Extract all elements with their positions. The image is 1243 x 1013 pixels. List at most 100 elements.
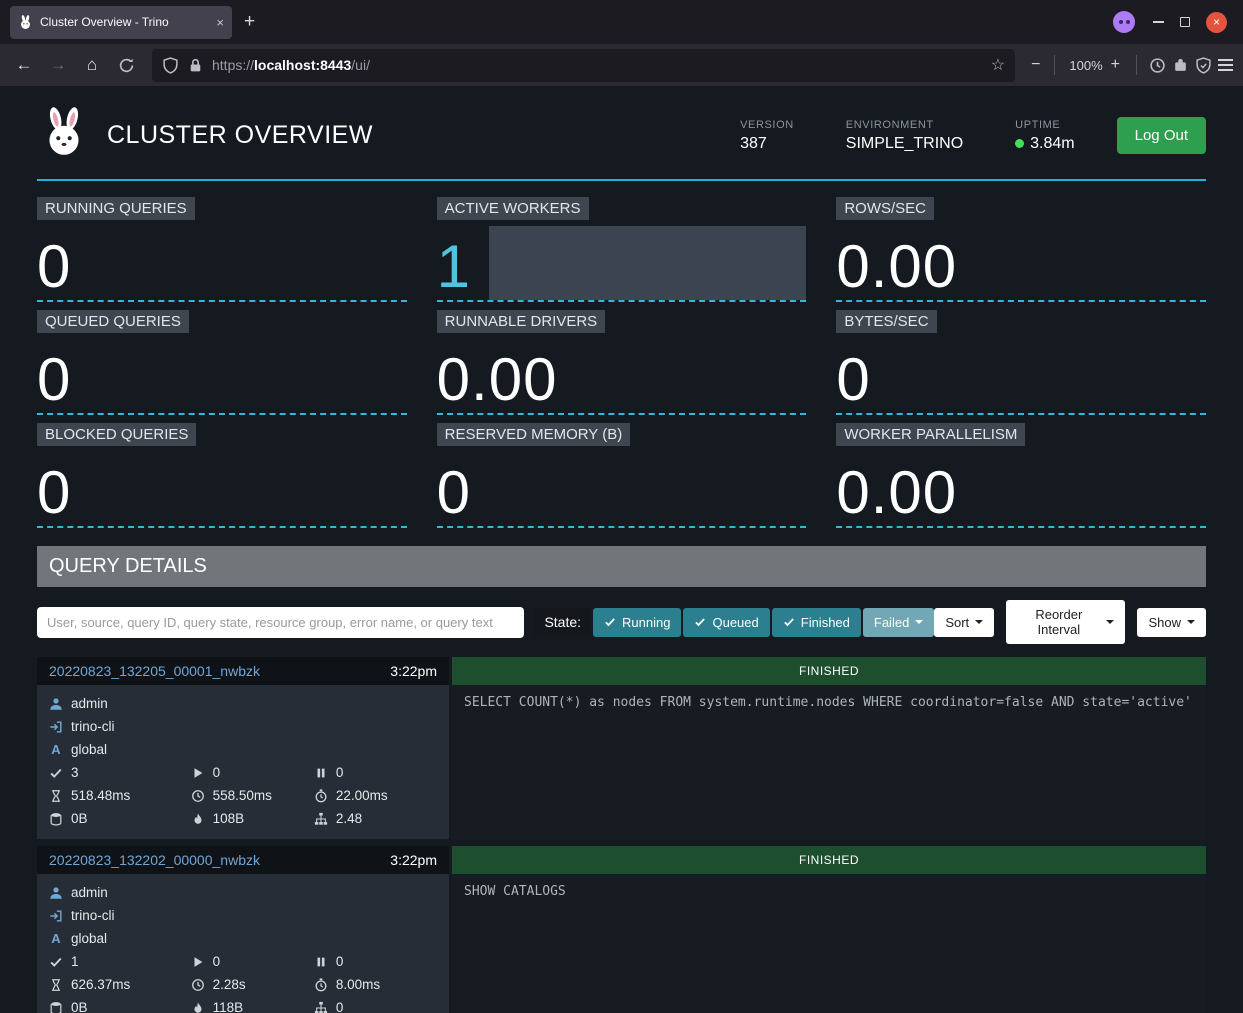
- query-filter-toolbar: State: Running Queued Finished Failed So…: [37, 600, 1206, 644]
- stat-value: 0.00: [836, 237, 957, 300]
- queued-splits-icon: [314, 766, 328, 780]
- state-filter-label: State:: [534, 607, 591, 637]
- tab-close-icon[interactable]: ×: [216, 15, 224, 30]
- stat-bytes-sec: BYTES/SEC 0: [836, 310, 1206, 415]
- uptime-value: 3.84m: [1030, 135, 1074, 153]
- parallelism: 0: [336, 1000, 344, 1013]
- url-bar[interactable]: https://localhost:8443/ui/ ☆: [152, 49, 1015, 82]
- query-status-bar: FINISHED: [452, 657, 1206, 685]
- forward-button[interactable]: →: [44, 51, 72, 79]
- logout-button[interactable]: Log Out: [1117, 117, 1206, 154]
- cpu-time-icon: [314, 978, 328, 992]
- query-sql-text: SHOW CATALOGS: [452, 874, 1206, 1013]
- page-title: CLUSTER OVERVIEW: [107, 121, 740, 150]
- menu-icon[interactable]: [1218, 59, 1233, 71]
- query-resource-group: global: [71, 931, 107, 946]
- version-value: 387: [740, 135, 794, 153]
- cumulative-memory-icon: [191, 1001, 205, 1013]
- stat-value: 1: [437, 237, 471, 300]
- stat-value: 0: [37, 237, 71, 300]
- container-icon[interactable]: [1113, 11, 1135, 33]
- privacy-shield-icon[interactable]: [1195, 57, 1212, 74]
- stat-value: 0: [37, 350, 71, 413]
- history-clock-icon[interactable]: [1149, 57, 1166, 74]
- caret-down-icon: [1187, 620, 1195, 624]
- stat-value: 0: [836, 350, 870, 413]
- stat-sparkline: 0: [37, 222, 407, 302]
- extension-icon[interactable]: [1172, 57, 1189, 74]
- user-icon: [49, 697, 63, 711]
- completed-splits: 1: [71, 954, 79, 969]
- wall-time-icon: [49, 789, 63, 803]
- browser-tab[interactable]: Cluster Overview - Trino ×: [10, 6, 232, 39]
- filter-queued-button[interactable]: Queued: [683, 608, 769, 637]
- stat-worker-parallelism: WORKER PARALLELISM 0.00: [836, 423, 1206, 528]
- cumulative-memory-icon: [191, 812, 205, 826]
- query-card: 20220823_132202_00000_nwbzk 3:22pm FINIS…: [37, 846, 1206, 1013]
- running-splits: 0: [213, 765, 221, 780]
- reload-icon: [118, 57, 135, 74]
- bookmark-star-icon[interactable]: ☆: [991, 55, 1005, 75]
- zoom-out-button[interactable]: −: [1031, 56, 1040, 74]
- stat-value: 0.00: [437, 350, 558, 413]
- caret-down-icon: [915, 620, 923, 624]
- wall-time: 518.48ms: [71, 788, 130, 803]
- stat-active-workers: ACTIVE WORKERS 1: [437, 197, 807, 302]
- home-button[interactable]: ⌂: [78, 51, 106, 79]
- queued-splits-icon: [314, 955, 328, 969]
- filter-running-button[interactable]: Running: [593, 608, 681, 637]
- stat-sparkline: 0: [37, 448, 407, 528]
- filter-finished-button[interactable]: Finished: [772, 608, 861, 637]
- url-text[interactable]: https://localhost:8443/ui/: [212, 57, 983, 73]
- current-memory-icon: [49, 1001, 63, 1013]
- window-minimize-button[interactable]: [1153, 21, 1164, 23]
- query-card-header: 20220823_132205_00001_nwbzk 3:22pm: [37, 657, 449, 685]
- zoom-in-button[interactable]: +: [1111, 56, 1120, 74]
- query-id-link[interactable]: 20220823_132202_00000_nwbzk: [49, 852, 260, 868]
- sort-dropdown[interactable]: Sort: [934, 608, 994, 637]
- parallelism-icon: [314, 812, 328, 826]
- new-tab-button[interactable]: +: [244, 11, 255, 33]
- window-maximize-button[interactable]: [1180, 17, 1190, 27]
- cumulative-memory: 118B: [213, 1000, 244, 1013]
- stat-reserved-memory: RESERVED MEMORY (B) 0: [437, 423, 807, 528]
- browser-toolbar: ← → ⌂ https://localhost:8443/ui/ ☆ − 100…: [0, 44, 1243, 86]
- query-user: admin: [71, 696, 108, 711]
- stat-sparkline: 0: [836, 335, 1206, 415]
- version-label: VERSION: [740, 119, 794, 131]
- reorder-interval-dropdown[interactable]: Reorder Interval: [1006, 600, 1125, 644]
- query-card-header: 20220823_132202_00000_nwbzk 3:22pm: [37, 846, 449, 874]
- uptime-meta: UPTIME 3.84m: [1015, 119, 1074, 153]
- user-icon: [49, 886, 63, 900]
- show-dropdown[interactable]: Show: [1137, 608, 1206, 637]
- queued-splits: 0: [336, 765, 344, 780]
- window-close-button[interactable]: ×: [1206, 12, 1227, 33]
- query-id-link[interactable]: 20220823_132205_00001_nwbzk: [49, 663, 260, 679]
- parallelism: 2.48: [336, 811, 362, 826]
- caret-down-icon: [1106, 620, 1114, 624]
- current-memory: 0B: [71, 811, 88, 826]
- stat-label: BYTES/SEC: [836, 310, 936, 333]
- query-time: 3:22pm: [390, 663, 437, 679]
- reload-button[interactable]: [112, 51, 140, 79]
- resource-group-icon: A: [49, 742, 63, 757]
- search-input[interactable]: [37, 607, 524, 638]
- version-meta: VERSION 387: [740, 119, 794, 153]
- zoom-level[interactable]: 100%: [1069, 58, 1102, 73]
- query-status-bar: FINISHED: [452, 846, 1206, 874]
- uptime-label: UPTIME: [1015, 119, 1074, 131]
- stat-sparkline: 0.00: [836, 222, 1206, 302]
- cpu-time: 22.00ms: [336, 788, 388, 803]
- filter-failed-dropdown[interactable]: Failed: [863, 608, 934, 637]
- lock-icon[interactable]: [187, 57, 204, 74]
- back-button[interactable]: ←: [10, 51, 38, 79]
- cumulative-memory: 108B: [213, 811, 245, 826]
- stat-sparkline: 0: [37, 335, 407, 415]
- stat-label: RESERVED MEMORY (B): [437, 423, 631, 446]
- cluster-stats-grid: RUNNING QUERIES 0 ACTIVE WORKERS 1 ROWS/…: [37, 181, 1206, 536]
- query-details-header: QUERY DETAILS: [37, 546, 1206, 587]
- tracking-shield-icon[interactable]: [162, 57, 179, 74]
- environment-meta: ENVIRONMENT SIMPLE_TRINO: [846, 119, 963, 153]
- stat-label: RUNNABLE DRIVERS: [437, 310, 606, 333]
- resource-group-icon: A: [49, 931, 63, 946]
